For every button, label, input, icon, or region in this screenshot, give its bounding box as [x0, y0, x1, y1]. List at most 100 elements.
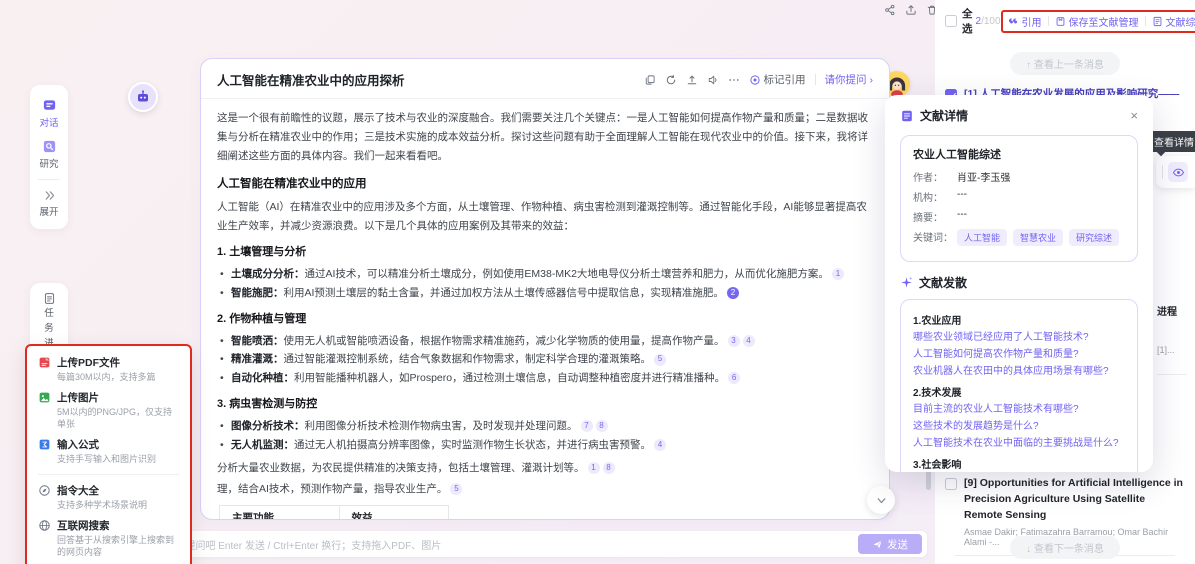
export-button[interactable]	[905, 4, 917, 16]
upload-button[interactable]	[686, 74, 698, 86]
detail-popup-close-icon[interactable]: ×	[1130, 108, 1138, 123]
sidebar-item-label: 展开	[39, 204, 58, 218]
literature-detail-popup: 文献详情 × 农业人工智能综述 作者：肖亚-李玉强机构：---摘要：--- 关键…	[885, 95, 1153, 472]
table-header-cell: 主要功能	[220, 505, 340, 520]
plane-icon	[872, 539, 883, 550]
sidebar-item-研究[interactable]: 研究	[30, 134, 68, 175]
upload-menu-popup: 上传PDF文件每篇30M以内，支持多篇上传图片5M以内的PNG/JPG，仅支持单…	[25, 344, 192, 564]
overview-paragraph: 人工智能（AI）在精准农业中的应用涉及多个方面，从土壤管理、作物种植、病虫害检测…	[217, 198, 873, 236]
bullet-item: 智能喷洒：使用无人机或智能喷洒设备，根据作物需求精准施药，减少化学物质的使用量，…	[217, 332, 873, 351]
partially-covered-line: 分析大量农业数据，为农民提供精准的决策支持，包括土壤管理、灌溉计划等。18	[217, 459, 873, 478]
menu-item-互联网搜索[interactable]: 互联网搜索回答基于从搜索引擎上搜索到的网页内容	[38, 518, 179, 558]
chat-top-actions	[884, 4, 938, 16]
next-message-button[interactable]: ↓ 查看下一条消息	[1010, 536, 1120, 559]
copy-button[interactable]	[644, 74, 656, 86]
question-spread-card: 1.农业应用哪些农业领域已经应用了人工智能技术?人工智能如何提高农作物产量和质量…	[900, 299, 1138, 472]
literature-9-checkbox[interactable]	[945, 478, 957, 490]
bullet-item: 土壤成分分析：通过AI技术，可以精准分析土壤成分，例如使用EM38-MK2大地电…	[217, 265, 873, 284]
share-icon	[884, 4, 896, 16]
bullet-item: 无人机监测：通过无人机拍摄高分辨率图像，实时监测作物生长状态，并进行病虫害预警。…	[217, 436, 873, 455]
covered-item-divider	[1157, 374, 1187, 375]
citation-badge[interactable]: 6	[728, 372, 740, 384]
expand-icon	[43, 189, 56, 202]
section-heading: 3. 病虫害检测与防控	[217, 395, 873, 415]
detail-row: 作者：肖亚-李玉强	[913, 169, 1125, 184]
scroll-to-bottom-button[interactable]	[867, 486, 895, 514]
more-button[interactable]	[728, 74, 740, 86]
chevron-down-icon	[875, 494, 888, 507]
question-group-title: 3.社会影响	[913, 456, 1125, 471]
mark-citation-button[interactable]: 标记引用	[749, 72, 806, 87]
citation-badge[interactable]: 4	[654, 439, 666, 451]
formula-icon	[38, 438, 51, 451]
menu-divider	[38, 474, 179, 475]
action-button-保存至文献管理[interactable]: 保存至文献管理	[1055, 14, 1139, 29]
image-icon	[38, 391, 51, 404]
eye-icon	[1172, 166, 1185, 179]
composer-placeholder[interactable]: 向文献AI服务平台提问吧 Enter 发送 / Ctrl+Enter 换行；支持…	[106, 537, 858, 552]
bullet-item: 自动化种植：利用智能播种机器人，如Prospero，通过检测土壤信息，自动调整种…	[217, 369, 873, 388]
citation-badge[interactable]: 1	[832, 268, 844, 280]
bullet-item: 智能施肥：利用AI预测土壤层的黏土含量，并通过加权方法从土壤传感器信号中提取信息…	[217, 284, 873, 303]
sidebar-item-对话[interactable]: 对话	[30, 93, 68, 134]
menu-item-指令大全[interactable]: 指令大全支持多种学术场景说明	[38, 483, 179, 511]
sidebar-item-展开[interactable]: 展开	[30, 184, 68, 223]
suggested-question-link[interactable]: 人工智能技术在农业中面临的主要挑战是什么?	[913, 435, 1125, 452]
task-progress-label-char: 任	[44, 308, 54, 320]
action-button-引用[interactable]: 引用	[1008, 14, 1042, 29]
citation-badge[interactable]: 3	[728, 335, 740, 347]
view-detail-button[interactable]	[1168, 162, 1188, 182]
citation-badge[interactable]: 2	[727, 287, 739, 299]
suggested-question-link[interactable]: 哪些农业领域已经应用了人工智能技术?	[913, 329, 1125, 346]
menu-item-输入公式[interactable]: 输入公式支持手写输入和图片识别	[38, 437, 179, 465]
keyword-tag[interactable]: 人工智能	[957, 229, 1007, 246]
refresh-button[interactable]	[665, 74, 677, 86]
voice-icon	[707, 74, 719, 86]
suggested-question-link[interactable]: 人工智能如何提高农作物产量和质量?	[913, 346, 1125, 363]
send-button[interactable]: 发送	[858, 534, 922, 554]
sparkle-icon	[900, 276, 913, 289]
menu-item-上传PDF文件[interactable]: 上传PDF文件每篇30M以内，支持多篇	[38, 355, 179, 383]
voice-button[interactable]	[707, 74, 719, 86]
detail-row: 摘要：---	[913, 209, 1125, 224]
compass-icon	[38, 484, 51, 497]
citation-badge[interactable]: 7	[581, 420, 593, 432]
upload-icon	[686, 74, 698, 86]
prev-message-button[interactable]: ↑ 查看上一条消息	[1010, 52, 1120, 75]
citation-badge[interactable]: 8	[603, 462, 615, 474]
task-progress-icon	[43, 292, 56, 305]
keyword-tag[interactable]: 研究综述	[1069, 229, 1119, 246]
action-button-文献综述[interactable]: 文献综述	[1152, 14, 1195, 29]
question-group-title: 1.农业应用	[913, 312, 1125, 327]
answer-card: 人工智能在精准农业中的应用探析 标记引用 请你提问› 这是一个很有前瞻性的议题，…	[200, 58, 890, 520]
ask-question-button[interactable]: 请你提问›	[825, 72, 874, 87]
action-separator	[1145, 16, 1146, 26]
citation-badge[interactable]: 4	[743, 335, 755, 347]
menu-item-desc: 回答基于从搜索引擎上搜索到的网页内容	[57, 534, 179, 558]
citation-badge[interactable]: 8	[596, 420, 608, 432]
suggested-question-link[interactable]: 这些技术的发展趋势是什么?	[913, 418, 1125, 435]
suggested-question-link[interactable]: 目前主流的农业人工智能技术有哪些?	[913, 401, 1125, 418]
spread-section-title: 文献发散	[919, 274, 967, 291]
robot-icon	[135, 89, 151, 105]
citation-badge[interactable]: 5	[654, 354, 666, 366]
copy-icon	[644, 74, 656, 86]
pdf-icon	[38, 356, 51, 369]
menu-item-title: 指令大全	[57, 483, 99, 498]
citation-badge[interactable]: 1	[588, 462, 600, 474]
menu-item-desc: 5M以内的PNG/JPG，仅支持单张	[57, 406, 179, 430]
save-icon	[1055, 16, 1066, 27]
chat-icon	[42, 98, 57, 113]
menu-item-上传图片[interactable]: 上传图片5M以内的PNG/JPG，仅支持单张	[38, 390, 179, 430]
bot-avatar	[128, 82, 158, 112]
composer-bar[interactable]: 向文献AI服务平台提问吧 Enter 发送 / Ctrl+Enter 换行；支持…	[75, 531, 927, 557]
select-all-checkbox[interactable]	[945, 15, 957, 27]
citation-badge[interactable]: 5	[450, 483, 462, 495]
quote-icon	[1008, 16, 1019, 27]
suggested-question-link[interactable]: 农业机器人在农田中的具体应用场景有哪些?	[913, 363, 1125, 380]
answer-title: 人工智能在精准农业中的应用探析	[217, 70, 405, 89]
keyword-tag[interactable]: 智慧农业	[1013, 229, 1063, 246]
share-button[interactable]	[884, 4, 896, 16]
table-header-cell: 效益	[339, 505, 448, 520]
detail-popup-title: 文献详情	[920, 107, 968, 124]
